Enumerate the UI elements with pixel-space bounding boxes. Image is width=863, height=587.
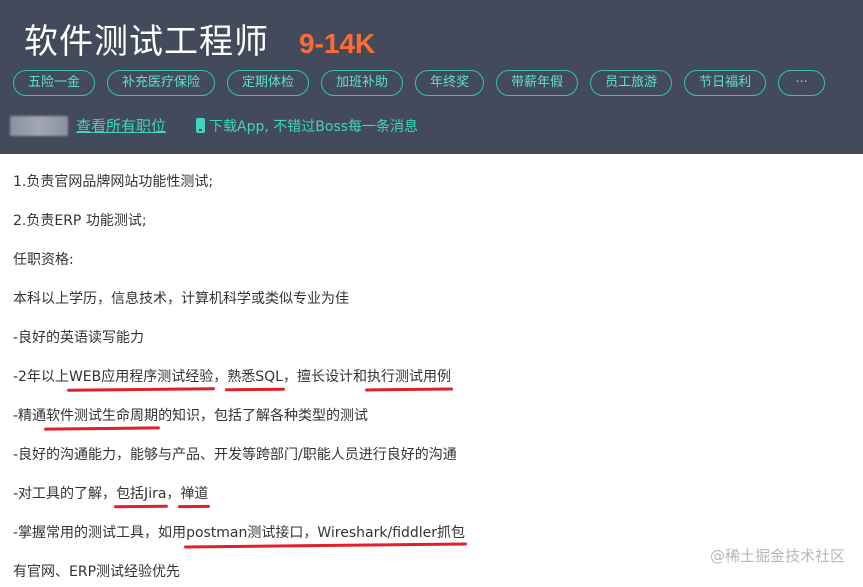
underlined-text: 执行测试用例 — [366, 369, 451, 385]
view-all-jobs-link[interactable]: 查看所有职位 — [76, 115, 166, 136]
benefit-tag[interactable]: 带薪年假 — [496, 70, 579, 96]
blurred-company-name — [10, 115, 68, 136]
job-title: 软件测试工程师 — [24, 22, 269, 62]
line-text: -对工具的了解， — [13, 486, 117, 502]
line-text: -精通 — [13, 408, 47, 424]
job-header: 软件测试工程师 9-14K 五险一金 补充医疗保险 定期体检 加班补助 年终奖 … — [0, 0, 863, 154]
description-line: -掌握常用的测试工具，如用postman测试接口，Wireshark/fiddl… — [13, 523, 465, 543]
sub-row: 查看所有职位 下载App, 不错过Boss每一条消息 — [10, 115, 418, 136]
line-text: ， — [213, 369, 228, 385]
underlined-text: 软件测试生命周期 — [46, 408, 159, 424]
title-row: 软件测试工程师 9-14K — [24, 14, 375, 63]
benefit-tag[interactable]: 五险一金 — [13, 70, 96, 96]
underlined-text: postman测试接口，Wireshark/fiddler抓包 — [186, 525, 466, 541]
underlined-text: 禅道 — [180, 486, 209, 502]
description-line: 任职资格: — [13, 252, 74, 268]
line-text: ，擅长设计和 — [282, 369, 367, 385]
benefit-tag[interactable]: 节日福利 — [684, 70, 767, 96]
description-line: 有官网、ERP测试经验优先 — [13, 564, 181, 580]
benefit-tag[interactable]: 年终奖 — [415, 70, 485, 96]
description-line: -良好的沟通能力，能够与产品、开发等跨部门/职能人员进行良好的沟通 — [13, 447, 457, 463]
download-app-link[interactable]: 下载App, 不错过Boss每一条消息 — [209, 116, 418, 136]
description-line: 本科以上学历，信息技术，计算机科学或类似专业为佳 — [13, 291, 349, 307]
benefit-tag[interactable]: 定期体检 — [227, 70, 310, 96]
description-line: 2.负责ERP 功能测试; — [13, 213, 147, 229]
benefit-tags: 五险一金 补充医疗保险 定期体检 加班补助 年终奖 带薪年假 员工旅游 节日福利… — [13, 70, 837, 96]
salary: 9-14K — [299, 28, 376, 59]
benefit-tag[interactable]: 补充医疗保险 — [107, 70, 216, 96]
description-line: -2年以上WEB应用程序测试经验，熟悉SQL，擅长设计和执行测试用例 — [13, 367, 451, 387]
line-text: -2年以上 — [13, 369, 69, 385]
description-line: -良好的英语读写能力 — [13, 330, 145, 346]
description-line: -对工具的了解，包括Jira，禅道 — [13, 484, 208, 504]
underlined-text: WEB应用程序测试经验 — [68, 369, 214, 385]
description-line: -精通软件测试生命周期的知识，包括了解各种类型的测试 — [13, 406, 368, 426]
benefit-tag[interactable]: 加班补助 — [321, 70, 404, 96]
description-line: 1.负责官网品牌网站功能性测试; — [13, 174, 214, 190]
phone-icon — [196, 118, 206, 133]
underlined-text: 包括Jira — [116, 486, 167, 502]
line-text: -掌握常用的测试工具，如用 — [13, 525, 187, 541]
line-text: 的知识，包括了解各种类型的测试 — [158, 408, 369, 424]
underlined-text: 熟悉SQL — [227, 369, 283, 385]
watermark: @稀土掘金技术社区 — [709, 547, 845, 565]
more-tags-button[interactable]: ··· — [778, 70, 826, 96]
line-text: ， — [166, 486, 181, 502]
benefit-tag[interactable]: 员工旅游 — [590, 70, 673, 96]
